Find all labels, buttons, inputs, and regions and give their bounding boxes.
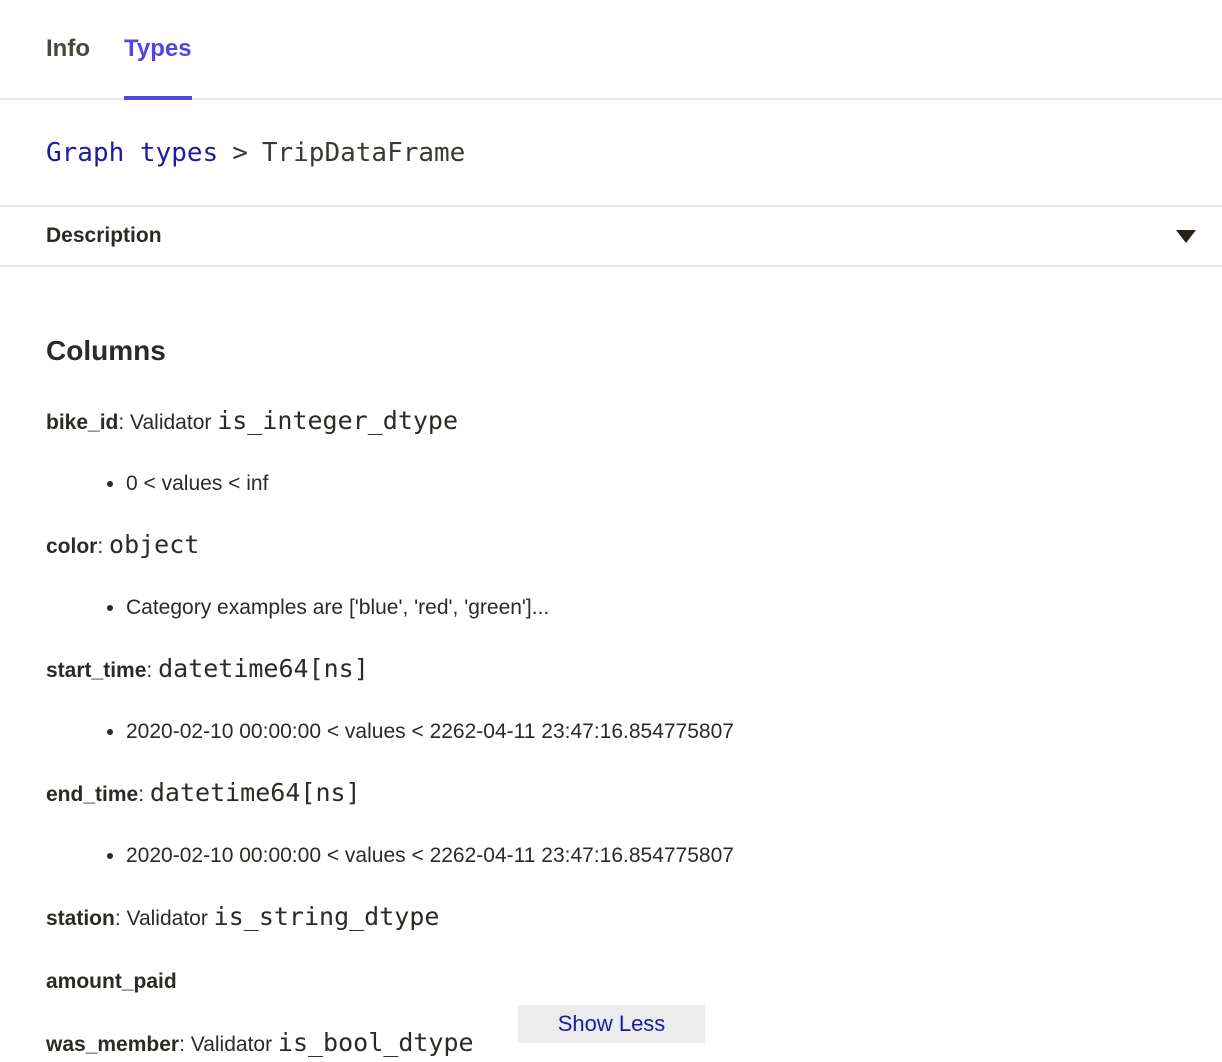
column-type-code: is_string_dtype <box>214 902 440 931</box>
column-validator-text: : <box>146 659 158 682</box>
description-title: Description <box>46 224 162 248</box>
tab-bar: Info Types <box>0 0 1222 100</box>
column-constraints-color: Category examples are ['blue', 'red', 'g… <box>46 593 1176 622</box>
show-less-button[interactable]: Show Less <box>518 1005 705 1043</box>
column-name: amount_paid <box>46 970 177 993</box>
breadcrumb-separator: > <box>232 138 248 168</box>
column-type-code: is_bool_dtype <box>278 1028 474 1057</box>
column-name: bike_id <box>46 411 118 434</box>
column-name: station <box>46 907 115 930</box>
column-validator-text: : Validator <box>115 907 214 930</box>
column-constraints-end-time: 2020-02-10 00:00:00 < values < 2262-04-1… <box>46 841 1176 870</box>
column-validator-text: : <box>138 783 150 806</box>
column-validator-text: : Validator <box>118 411 217 434</box>
tab-types[interactable]: Types <box>124 0 192 98</box>
column-def-start-time: start_time: datetime64[ns] <box>46 654 1176 685</box>
constraint-item: 0 < values < inf <box>126 469 1176 498</box>
breadcrumb-current-page: TripDataFrame <box>262 138 466 168</box>
column-name: end_time <box>46 783 138 806</box>
column-def-color: color: object <box>46 530 1176 561</box>
column-def-bike-id: bike_id: Validator is_integer_dtype <box>46 406 1176 437</box>
caret-down-icon <box>1176 230 1196 243</box>
constraint-item: Category examples are ['blue', 'red', 'g… <box>126 593 1176 622</box>
column-constraints-start-time: 2020-02-10 00:00:00 < values < 2262-04-1… <box>46 717 1176 746</box>
column-def-amount-paid: amount_paid <box>46 965 1176 996</box>
column-type-code: object <box>109 530 199 559</box>
column-validator-text: : Validator <box>179 1033 278 1056</box>
column-name: color <box>46 535 97 558</box>
breadcrumb-link-graph-types[interactable]: Graph types <box>46 138 218 168</box>
column-constraints-bike-id: 0 < values < inf <box>46 469 1176 498</box>
constraint-item: 2020-02-10 00:00:00 < values < 2262-04-1… <box>126 841 1176 870</box>
columns-section: Columns bike_id: Validator is_integer_dt… <box>0 336 1222 1059</box>
column-type-code: datetime64[ns] <box>158 654 369 683</box>
column-validator-text: : <box>97 535 109 558</box>
constraint-item: 2020-02-10 00:00:00 < values < 2262-04-1… <box>126 717 1176 746</box>
columns-heading: Columns <box>46 336 1176 365</box>
description-section-header[interactable]: Description <box>0 207 1222 267</box>
column-def-station: station: Validator is_string_dtype <box>46 902 1176 933</box>
tab-info[interactable]: Info <box>46 0 90 98</box>
column-def-end-time: end_time: datetime64[ns] <box>46 778 1176 809</box>
breadcrumb: Graph types > TripDataFrame <box>0 100 1222 207</box>
column-name: was_member <box>46 1033 179 1056</box>
column-type-code: is_integer_dtype <box>217 406 458 435</box>
column-type-code: datetime64[ns] <box>150 778 361 807</box>
column-name: start_time <box>46 659 146 682</box>
